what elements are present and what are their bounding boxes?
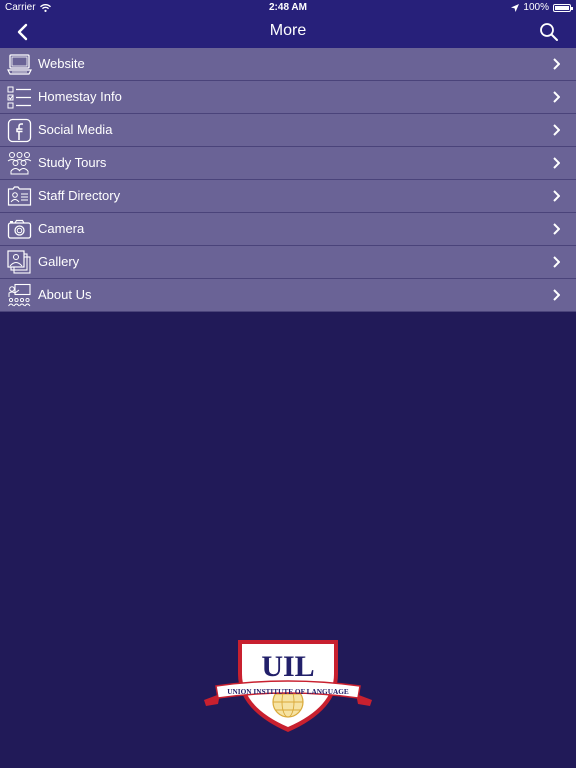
status-bar: Carrier 2:48 AM 100% bbox=[0, 0, 576, 16]
photos-icon bbox=[7, 250, 31, 274]
list-icon bbox=[7, 86, 31, 109]
menu-item-label: Gallery bbox=[38, 254, 80, 269]
menu-list: Website Homestay Info Social Media Study… bbox=[0, 48, 576, 312]
menu-item-study-tours[interactable]: Study Tours bbox=[0, 147, 576, 180]
menu-item-label: Study Tours bbox=[38, 155, 107, 170]
chevron-right-icon bbox=[553, 124, 560, 136]
chevron-right-icon bbox=[553, 190, 560, 202]
menu-item-label: Camera bbox=[38, 221, 85, 236]
presentation-icon bbox=[8, 283, 31, 307]
facebook-icon bbox=[7, 118, 32, 143]
menu-item-label: Staff Directory bbox=[38, 188, 121, 203]
camera-icon bbox=[7, 219, 32, 239]
menu-item-label: Social Media bbox=[38, 122, 113, 137]
logo-banner-text: UNION INSTITUTE OF LANGUAGE bbox=[227, 687, 349, 696]
chevron-right-icon bbox=[553, 223, 560, 235]
menu-item-homestay-info[interactable]: Homestay Info bbox=[0, 81, 576, 114]
chevron-right-icon bbox=[553, 91, 560, 103]
chevron-right-icon bbox=[553, 58, 560, 70]
page-title: More bbox=[269, 22, 307, 39]
menu-item-about-us[interactable]: About Us bbox=[0, 279, 576, 312]
menu-item-staff-directory[interactable]: Staff Directory bbox=[0, 180, 576, 213]
menu-item-social-media[interactable]: Social Media bbox=[0, 114, 576, 147]
location-arrow-icon bbox=[511, 3, 520, 12]
id-card-icon bbox=[7, 186, 32, 206]
status-time: 2:48 AM bbox=[269, 2, 307, 13]
menu-item-label: Homestay Info bbox=[38, 89, 122, 104]
status-right: 100% bbox=[511, 2, 573, 13]
uil-logo: UIL UNION INSTITUTE OF LANGUAGE bbox=[204, 640, 372, 732]
menu-item-website[interactable]: Website bbox=[0, 48, 576, 81]
battery-percent: 100% bbox=[523, 2, 549, 13]
chevron-right-icon bbox=[553, 157, 560, 169]
computer-icon bbox=[7, 54, 32, 75]
menu-item-gallery[interactable]: Gallery bbox=[0, 246, 576, 279]
logo-initials: UIL bbox=[261, 650, 314, 683]
group-icon bbox=[7, 152, 32, 175]
nav-bar: More bbox=[0, 16, 576, 48]
search-icon[interactable] bbox=[539, 22, 559, 42]
menu-item-label: About Us bbox=[38, 287, 92, 302]
menu-item-camera[interactable]: Camera bbox=[0, 213, 576, 246]
battery-icon bbox=[553, 3, 573, 12]
chevron-right-icon bbox=[553, 256, 560, 268]
menu-item-label: Website bbox=[38, 56, 85, 71]
chevron-right-icon bbox=[553, 289, 560, 301]
